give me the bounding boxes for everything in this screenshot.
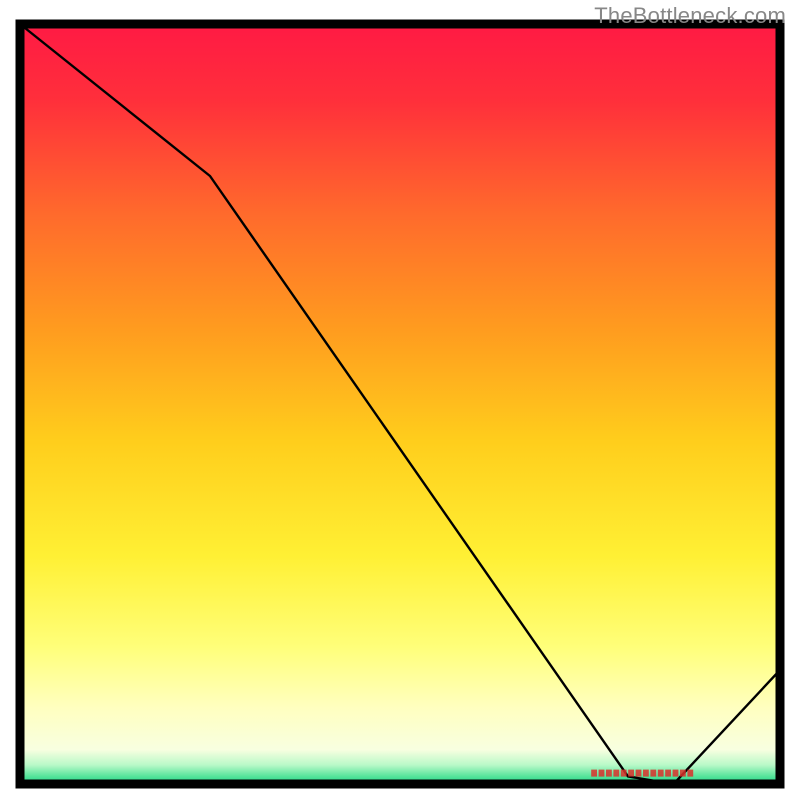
- watermark-text: TheBottleneck.com: [594, 3, 786, 29]
- chart-svg: [0, 0, 800, 800]
- plot-area: [20, 24, 780, 784]
- gradient-background: [20, 24, 780, 784]
- chart-frame: TheBottleneck.com: [0, 0, 800, 800]
